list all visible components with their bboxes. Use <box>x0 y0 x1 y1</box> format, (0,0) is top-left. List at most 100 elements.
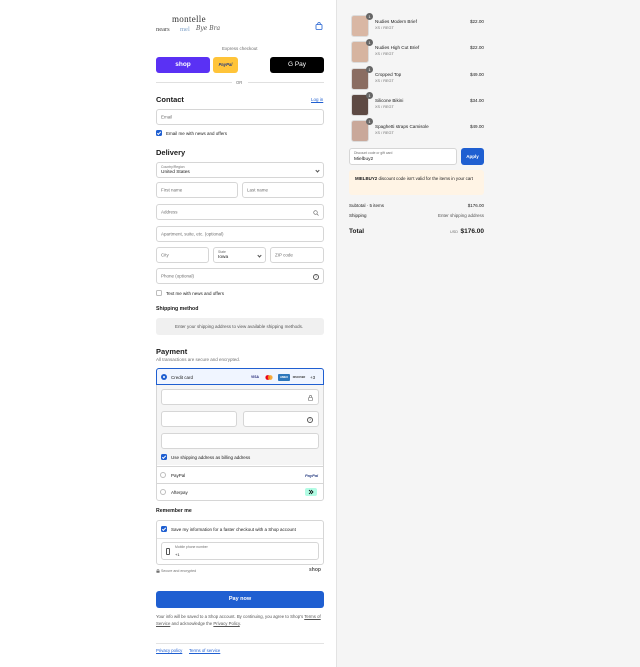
item-name: Cropped Top <box>375 72 402 77</box>
shop-pay-label: shop <box>175 61 191 68</box>
payment-subtitle: All transactions are secure and encrypte… <box>156 357 241 362</box>
pay-now-button[interactable]: Pay now <box>156 591 324 608</box>
privacy-policy-link[interactable]: Privacy Policy <box>213 621 239 626</box>
login-link[interactable]: Log in <box>311 97 323 102</box>
apply-button[interactable]: Apply <box>461 148 484 165</box>
apartment-placeholder: Apartment, suite, etc. (optional) <box>161 231 224 237</box>
mobile-phone-value: +1 <box>175 552 180 557</box>
email-news-checkbox[interactable] <box>156 130 162 136</box>
text-news-checkbox[interactable] <box>156 290 162 296</box>
total-currency: USD <box>450 230 459 234</box>
item-price: $49.00 <box>469 124 484 129</box>
phone-icon <box>166 548 170 555</box>
secure-lock-icon <box>156 568 160 573</box>
mobile-phone-label: Mobile phone number <box>175 545 208 549</box>
subtotal-label: Subtotal · 5 items <box>349 203 385 208</box>
item-variant: XS / REGT <box>375 52 394 56</box>
address-field[interactable]: Address <box>156 204 324 220</box>
item-price: $34.00 <box>469 98 484 103</box>
quantity-badge: 1 <box>366 92 373 99</box>
quantity-badge: 1 <box>366 66 373 73</box>
item-variant: XS / REGT <box>375 26 394 30</box>
contact-heading: Contact <box>156 95 184 104</box>
email-placeholder: Email <box>161 114 173 120</box>
discount-code-value: Mielbuy2 <box>354 157 374 162</box>
quantity-badge: 1 <box>366 118 373 125</box>
paypal-button-label: PayPal <box>218 62 233 67</box>
visa-icon: VISA <box>251 375 259 379</box>
first-name-placeholder: First name <box>161 187 183 193</box>
item-variant: XS / REGT <box>375 131 394 135</box>
expiry-field[interactable] <box>161 411 237 427</box>
cart-bag-icon[interactable] <box>315 22 323 30</box>
help-circle-icon[interactable]: ? <box>313 274 319 280</box>
mobile-phone-field[interactable]: Mobile phone number +1 <box>161 542 319 560</box>
billing-address-checkbox[interactable] <box>161 454 167 460</box>
credit-card-radio[interactable] <box>161 374 167 380</box>
save-info-label: Save my information for a faster checkou… <box>171 527 296 532</box>
chevron-down-icon <box>315 168 320 173</box>
quantity-badge: 1 <box>366 13 373 20</box>
item-variant: XS / REGT <box>375 105 394 109</box>
address-placeholder: Address <box>161 209 178 215</box>
more-cards-label: +3 <box>310 375 316 380</box>
total-value: $176.00 <box>460 228 485 235</box>
country-select[interactable]: Country/Region United States <box>156 162 324 178</box>
search-icon <box>313 210 319 216</box>
cart-item: 1 Cropped Top XS / REGT $49.00 <box>349 66 484 90</box>
billing-address-label: Use shipping address as billing address <box>171 455 251 460</box>
shipping-method-info-box: Enter your shipping address to view avai… <box>156 318 324 335</box>
item-price: $22.00 <box>469 45 484 50</box>
or-divider: OR <box>156 80 324 85</box>
afterpay-radio[interactable] <box>160 489 166 495</box>
discount-error-banner: MIELBUY2 discount code isn't valid for t… <box>349 170 484 195</box>
shop-pay-button[interactable]: shop <box>156 57 210 73</box>
google-pay-button[interactable]: G Pay <box>270 57 324 73</box>
logo-sub-nears: nears <box>156 26 170 33</box>
footer-terms-link[interactable]: Terms of service <box>189 648 220 653</box>
express-checkout-label: Express checkout <box>222 46 258 51</box>
last-name-field[interactable]: Last name <box>242 182 324 198</box>
apartment-field[interactable]: Apartment, suite, etc. (optional) <box>156 226 324 242</box>
phone-field[interactable]: Phone (optional) ? <box>156 268 324 284</box>
cart-item: 1 Silicone Bikini XS / REGT $34.00 <box>349 92 484 116</box>
or-line-left <box>156 82 232 83</box>
amex-icon: AMEX <box>278 374 290 381</box>
first-name-field[interactable]: First name <box>156 182 238 198</box>
footer-privacy-link[interactable]: Privacy policy <box>156 648 182 653</box>
subtotal-value: $176.00 <box>467 203 484 208</box>
email-news-label: Email me with news and offers <box>166 131 227 136</box>
state-label: State <box>218 250 226 254</box>
name-on-card-field[interactable] <box>161 433 319 449</box>
zip-field[interactable]: ZIP code <box>270 247 324 263</box>
legal-and: and acknowledge the <box>171 620 213 626</box>
item-variant: XS / REGT <box>375 79 394 83</box>
cvv-field[interactable]: ? <box>243 411 319 427</box>
afterpay-option[interactable]: Afterpay <box>157 483 323 500</box>
credit-card-label: Credit card <box>171 375 194 380</box>
pay-now-label: Pay now <box>228 596 252 602</box>
shipping-label: Shipping <box>349 213 367 218</box>
paypal-button[interactable]: PayPal <box>213 57 238 73</box>
quantity-badge: 1 <box>366 39 373 46</box>
paypal-radio[interactable] <box>160 472 166 478</box>
card-number-field[interactable] <box>161 389 319 405</box>
lock-icon <box>308 395 313 401</box>
remember-me-box: Save my information for a faster checkou… <box>156 520 324 565</box>
city-field[interactable]: City <box>156 247 209 263</box>
afterpay-option-label: Afterpay <box>171 490 188 495</box>
item-name: Nudies High Cut Brief <box>375 45 420 50</box>
credit-card-option[interactable]: Credit card VISA AMEX DISCOVER +3 <box>156 368 324 385</box>
state-select[interactable]: State Iowa <box>213 247 266 263</box>
legal-text-start: Your info will be saved to a Shop accoun… <box>156 614 304 619</box>
paypal-logo: PayPal <box>305 473 319 478</box>
remember-divider <box>157 538 323 539</box>
save-info-checkbox[interactable] <box>161 526 167 532</box>
discount-code-field[interactable]: Discount code or gift card Mielbuy2 <box>349 148 457 165</box>
paypal-option[interactable]: PayPal PayPal <box>157 466 323 483</box>
card-form: ? Use shipping address as billing addres… <box>157 385 323 465</box>
brand-logo[interactable]: montelle nears mel Bye Bra <box>156 14 226 36</box>
help-circle-icon[interactable]: ? <box>307 417 313 423</box>
google-pay-label: G Pay <box>287 61 307 68</box>
email-field[interactable]: Email <box>156 109 324 125</box>
